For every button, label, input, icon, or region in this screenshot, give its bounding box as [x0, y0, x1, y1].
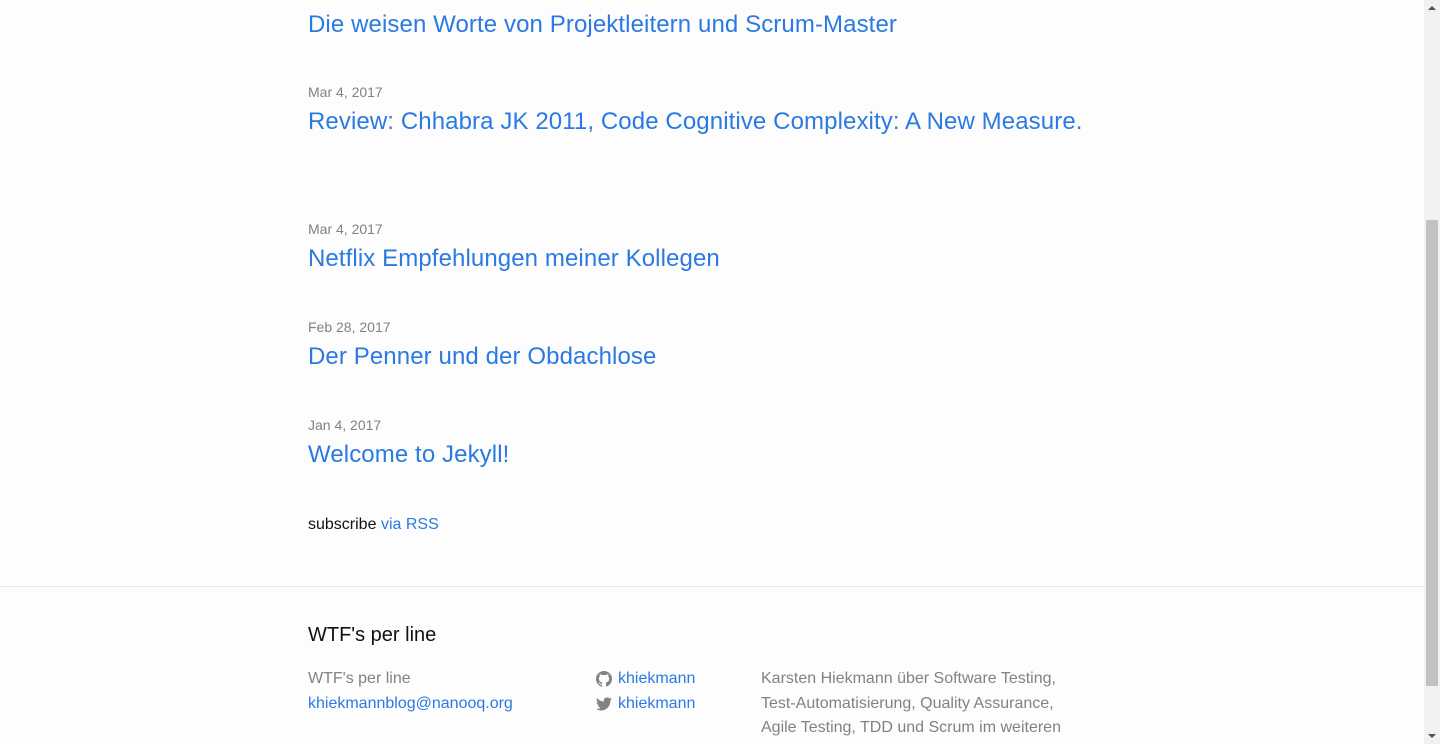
post-item: Mar 4, 2017 Review: Chhabra JK 2011, Cod… [308, 82, 1108, 142]
github-link[interactable]: khiekmann [618, 667, 695, 692]
post-date: Feb 28, 2017 [308, 319, 391, 335]
footer-site-name: WTF's per line [308, 670, 411, 687]
twitter-link[interactable]: khiekmann [618, 692, 695, 717]
rss-link[interactable]: via RSS [381, 516, 439, 533]
footer-description: Karsten Hiekmann über Software Testing, … [761, 670, 1061, 744]
post-date: Jan 4, 2017 [308, 417, 382, 433]
post-link[interactable]: Netflix Empfehlungen meiner Kollegen [308, 239, 1108, 279]
footer-email-link[interactable]: khiekmannblog@nanooq.org [308, 695, 513, 712]
scroll-up-arrow[interactable] [1424, 0, 1440, 16]
scroll-down-arrow[interactable] [1424, 728, 1440, 744]
post-item: Die weisen Worte von Projektleitern und … [308, 5, 1108, 45]
rss-prefix: subscribe [308, 516, 377, 533]
footer-social: khiekmann khiekmann [596, 667, 746, 716]
post-item: Feb 28, 2017 Der Penner und der Obdachlo… [308, 317, 1108, 377]
github-icon [596, 671, 612, 687]
post-item: Mar 4, 2017 Netflix Empfehlungen meiner … [308, 219, 1108, 279]
footer-heading: WTF's per line [308, 624, 437, 646]
rss-subscribe: subscribe via RSS [308, 514, 439, 536]
post-link[interactable]: Der Penner und der Obdachlose [308, 337, 1108, 377]
post-link[interactable]: Die weisen Worte von Projektleitern und … [308, 5, 1108, 45]
post-date: Mar 4, 2017 [308, 221, 383, 237]
post-date: Mar 4, 2017 [308, 84, 383, 100]
scroll-thumb[interactable] [1426, 220, 1438, 686]
twitter-icon [596, 696, 612, 712]
twitter-row: khiekmann [596, 692, 746, 717]
page: Die weisen Worte von Projektleitern und … [0, 0, 1424, 744]
post-link[interactable]: Review: Chhabra JK 2011, Code Cognitive … [308, 102, 1108, 142]
footer-contact: WTF's per line khiekmannblog@nanooq.org [308, 667, 568, 716]
post-link[interactable]: Welcome to Jekyll! [308, 435, 1108, 475]
github-row: khiekmann [596, 667, 746, 692]
vertical-scrollbar[interactable] [1424, 0, 1440, 744]
site-footer: WTF's per line WTF's per line khiekmannb… [0, 586, 1424, 744]
post-item: Jan 4, 2017 Welcome to Jekyll! [308, 415, 1108, 475]
